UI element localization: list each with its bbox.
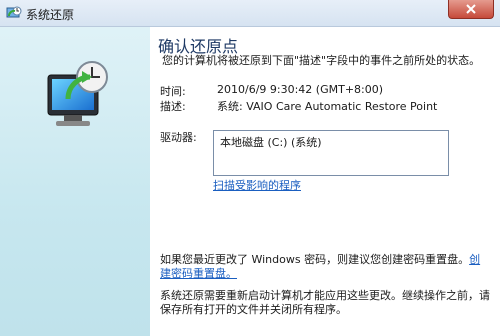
system-restore-window: 系统还原 确认还原点 您的计算机将被还原到下面"描述"字段中的事件之前所处的状态…: [0, 0, 500, 336]
drives-label: 驱动器:: [160, 131, 197, 144]
drive-item[interactable]: 本地磁盘 (C:) (系统): [220, 134, 322, 150]
password-note-text: 如果您最近更改了 Windows 密码，则建议您创建密码重置盘。: [160, 253, 470, 266]
close-icon: [466, 4, 476, 14]
time-label: 时间:: [160, 85, 186, 98]
window-title: 系统还原: [26, 8, 75, 22]
monitor-restore-icon: [47, 61, 108, 126]
system-restore-icon: [6, 5, 22, 21]
description-text: 您的计算机将被还原到下面"描述"字段中的事件之前所处的状态。: [162, 54, 481, 67]
restore-confirm-panel: 确认还原点 您的计算机将被还原到下面"描述"字段中的事件之前所处的状态。 时间:…: [150, 27, 500, 336]
description-value: 系统: VAIO Care Automatic Restore Point: [217, 100, 438, 113]
scan-affected-programs-link[interactable]: 扫描受影响的程序: [213, 177, 301, 193]
title-bar[interactable]: 系统还原: [0, 0, 500, 27]
time-value: 2010/6/9 9:30:42 (GMT+8:00): [217, 83, 384, 96]
password-reset-note: 如果您最近更改了 Windows 密码，则建议您创建密码重置盘。创建密码重置盘。: [160, 253, 490, 281]
description-label: 描述:: [160, 100, 186, 113]
close-button[interactable]: [448, 0, 494, 19]
restart-note: 系统还原需要重新启动计算机才能应用这些更改。继续操作之前，请保存所有打开的文件并…: [160, 289, 490, 316]
side-panel: [0, 27, 150, 336]
drives-list[interactable]: 本地磁盘 (C:) (系统): [213, 130, 449, 176]
